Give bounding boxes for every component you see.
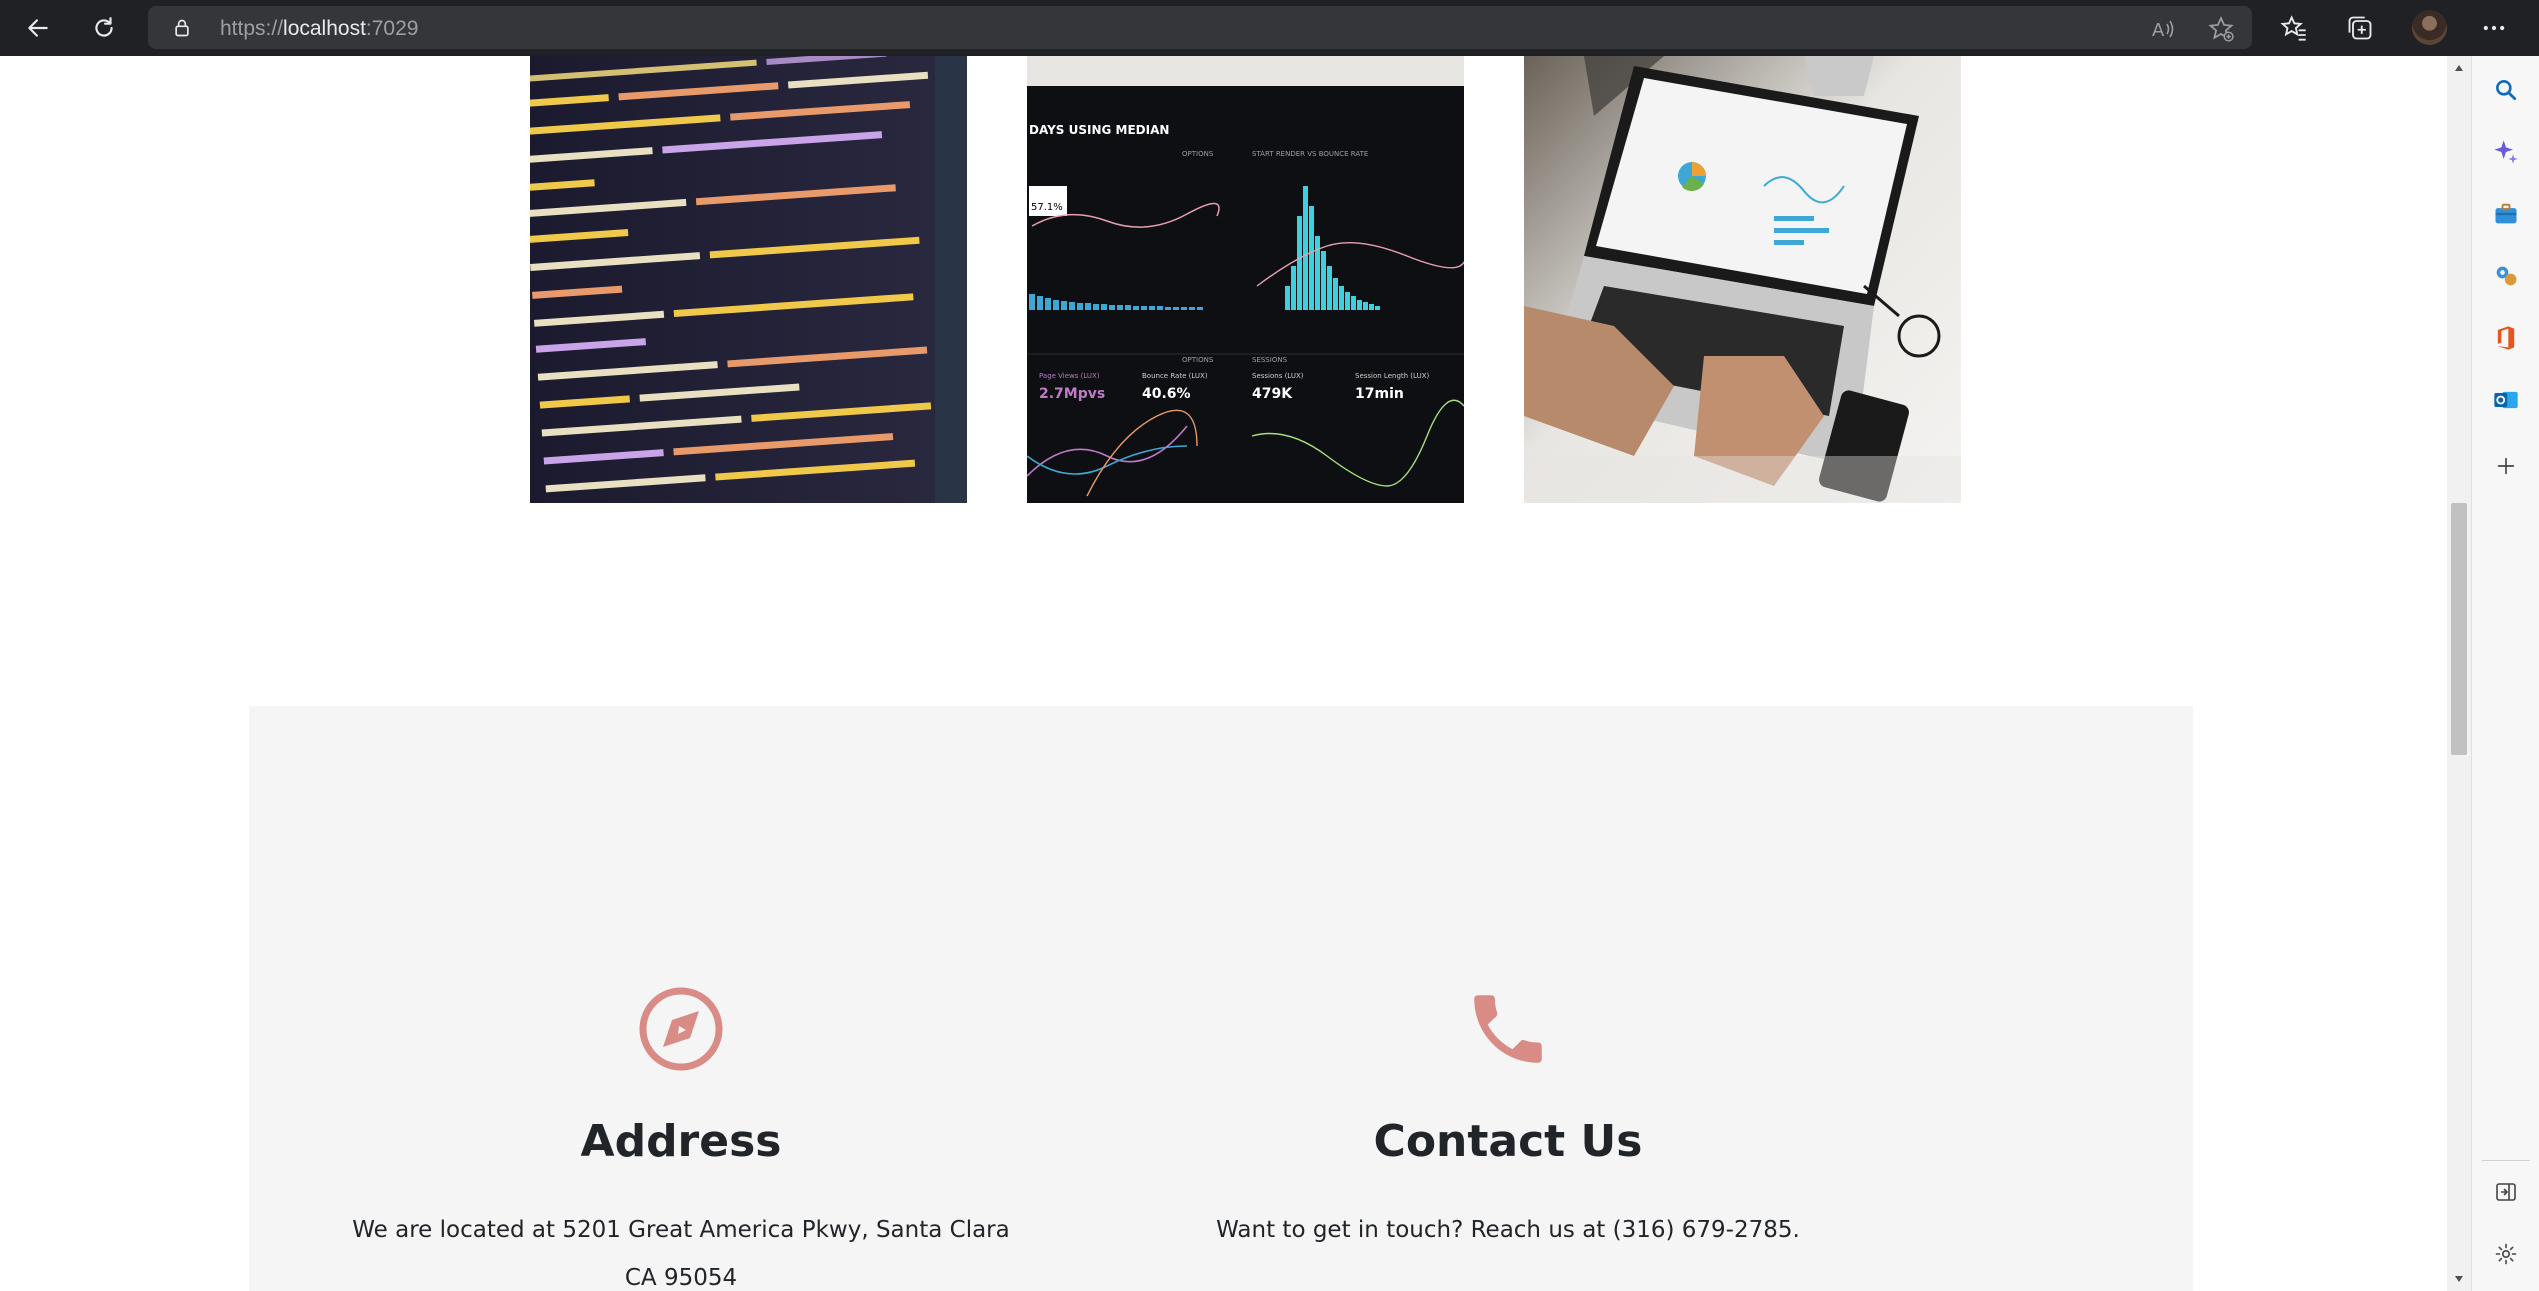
scroll-up-button[interactable] (2447, 56, 2471, 80)
svg-text:A: A (2152, 20, 2165, 41)
url-port: :7029 (365, 17, 419, 40)
address-line-2: CA 95054 (624, 1265, 738, 1291)
phone-icon (1463, 984, 1553, 1074)
dashboard-br-label: Bounce Rate (LUX) (1142, 372, 1208, 380)
scroll-down-icon (2455, 1276, 2463, 1282)
add-favorite-icon[interactable] (2208, 16, 2234, 42)
sidebar-copilot-button[interactable] (2490, 136, 2522, 168)
address-bar[interactable]: https://localhost:7029 A (148, 6, 2252, 49)
info-section: Address We are located at 5201 Great Ame… (249, 706, 2193, 1291)
url-scheme: https:// (220, 17, 284, 40)
dashboard-header: DAYS USING MEDIAN (1029, 123, 1169, 137)
search-icon (2496, 80, 2517, 101)
refresh-button[interactable] (86, 10, 122, 46)
sidebar-add-button[interactable] (2490, 450, 2522, 482)
dashboard-pv-label: Page Views (LUX) (1039, 372, 1100, 380)
lock-icon (172, 18, 192, 42)
plus-icon (2497, 457, 2515, 475)
sidebar-hide-button[interactable] (2490, 1176, 2522, 1208)
page-viewport: DAYS USING MEDIAN OPTIONS START RENDER V… (0, 56, 2447, 1291)
dashboard-options-1: OPTIONS (1182, 150, 1214, 158)
sidebar-separator (2482, 1160, 2530, 1161)
scroll-down-button[interactable] (2447, 1267, 2471, 1291)
sidebar-collapse-icon (2496, 1183, 2516, 1201)
address-title: Address (580, 1116, 782, 1167)
more-dots-icon (2483, 25, 2505, 31)
dashboard-pv-value: 2.7Mpvs (1039, 386, 1105, 402)
url-text[interactable]: https://localhost:7029 (220, 17, 418, 41)
compass-icon (636, 984, 726, 1074)
games-icon (2496, 266, 2517, 286)
refresh-icon (95, 17, 113, 37)
scroll-up-icon (2455, 65, 2463, 71)
read-aloud-icon[interactable]: A (2150, 16, 2176, 42)
contact-text: Want to get in touch? Reach us at (316) … (1216, 1217, 1800, 1243)
sidebar-tools-button[interactable] (2490, 198, 2522, 230)
collections-button[interactable] (2344, 12, 2376, 44)
address-line-1: We are located at 5201 Great America Pkw… (352, 1217, 1010, 1243)
dashboard-length-label: Session Length (LUX) (1355, 372, 1430, 380)
page-scrollbar[interactable] (2447, 56, 2471, 1291)
office-icon (2497, 326, 2515, 350)
favorites-button[interactable] (2278, 12, 2310, 44)
dashboard-length-value: 17min (1355, 386, 1404, 402)
gear-icon (2495, 1243, 2517, 1265)
scroll-thumb[interactable] (2451, 503, 2467, 755)
laptop-typing-image (1524, 56, 1961, 503)
sidebar-search-button[interactable] (2490, 74, 2522, 106)
dashboard-sessions-value: 479K (1252, 386, 1293, 402)
dashboard-sessions-label: Sessions (LUX) (1252, 372, 1304, 380)
dashboard-bounce-box: 57.1% (1031, 202, 1063, 213)
dashboard-start-render: START RENDER VS BOUNCE RATE (1252, 150, 1368, 158)
analytics-dashboard-image: DAYS USING MEDIAN OPTIONS START RENDER V… (1027, 56, 1464, 503)
dashboard-sessions-head: SESSIONS (1252, 356, 1288, 364)
contact-title: Contact Us (1373, 1116, 1643, 1167)
browser-toolbar: https://localhost:7029 A (0, 0, 2539, 56)
collections-icon (2348, 16, 2372, 40)
dashboard-options-2: OPTIONS (1182, 356, 1214, 364)
favorites-icon (2280, 15, 2306, 41)
sidebar-games-button[interactable] (2490, 260, 2522, 292)
sidebar-outlook-button[interactable] (2490, 384, 2522, 416)
back-button[interactable] (20, 10, 56, 46)
briefcase-icon (2495, 203, 2517, 224)
edge-sidebar (2471, 56, 2539, 1291)
more-options-button[interactable] (2478, 12, 2510, 44)
url-host: localhost (283, 17, 366, 40)
outlook-icon (2494, 391, 2518, 409)
code-screen-image (530, 56, 967, 503)
dashboard-br-value: 40.6% (1142, 386, 1191, 402)
sidebar-settings-button[interactable] (2490, 1238, 2522, 1270)
sparkle-icon (2494, 140, 2518, 164)
back-arrow-icon (28, 19, 48, 37)
address-text: We are located at 5201 Great America Pkw… (281, 1206, 1081, 1291)
profile-avatar[interactable] (2412, 10, 2447, 45)
sidebar-office-button[interactable] (2490, 322, 2522, 354)
